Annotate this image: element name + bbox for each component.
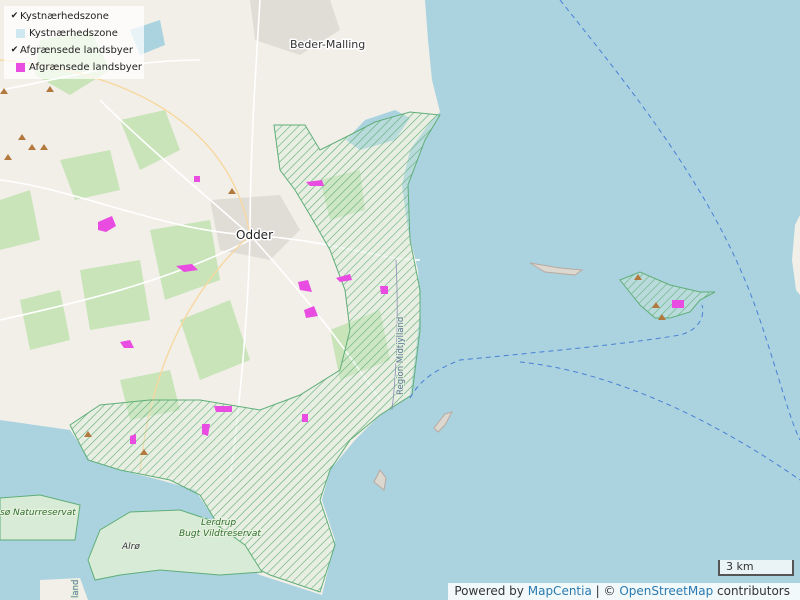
- attribution: Powered by MapCentia | © OpenStreetMap c…: [448, 583, 800, 600]
- legend-label: Afgrænsede landsbyer: [20, 45, 133, 56]
- reserve-label-lerdrup: Lerdrup: [201, 518, 236, 528]
- reserve-label-lerdrup-bugt: Bugt Vildtreservat: [179, 529, 261, 539]
- partial-region-label: land: [71, 580, 81, 598]
- legend-row-kystnaerhedszone-swatch: Kystnærhedszone: [4, 25, 144, 42]
- powered-by-text: Powered by: [454, 584, 524, 598]
- place-label-beder-malling: Beder-Malling: [290, 38, 365, 51]
- attribution-separator: | ©: [595, 584, 616, 598]
- legend-row-landsbyer-swatch: Afgrænsede landsbyer: [4, 59, 144, 76]
- map-canvas[interactable]: Beder-Malling Odder Alrø sø Naturreserva…: [0, 0, 800, 600]
- legend-label: Kystnærhedszone: [29, 28, 118, 39]
- legend-row-landsbyer-toggle[interactable]: ✔ Afgrænsede landsbyer: [4, 42, 144, 59]
- scale-bar: 3 km: [718, 560, 794, 576]
- scale-label: 3 km: [726, 560, 754, 573]
- mapcentia-link[interactable]: MapCentia: [528, 584, 592, 598]
- legend-label: Afgrænsede landsbyer: [29, 62, 142, 73]
- checkbox-icon[interactable]: ✔: [10, 46, 19, 55]
- contributors-text: contributors: [717, 584, 790, 598]
- legend-row-kystnaerhedszone-toggle[interactable]: ✔ Kystnærhedszone: [4, 8, 144, 25]
- checkbox-icon[interactable]: ✔: [10, 12, 19, 21]
- place-label-odder: Odder: [236, 228, 273, 242]
- region-label: Region Midtjylland: [396, 317, 406, 395]
- layer-legend: ✔ Kystnærhedszone Kystnærhedszone ✔ Afgr…: [4, 6, 144, 79]
- coastal-zone-swatch: [16, 29, 25, 38]
- village-swatch: [16, 63, 25, 72]
- openstreetmap-link[interactable]: OpenStreetMap: [619, 584, 713, 598]
- reserve-label-naturreservat: sø Naturreservat: [0, 508, 76, 518]
- place-label-alro: Alrø: [121, 542, 140, 552]
- legend-label: Kystnærhedszone: [20, 11, 109, 22]
